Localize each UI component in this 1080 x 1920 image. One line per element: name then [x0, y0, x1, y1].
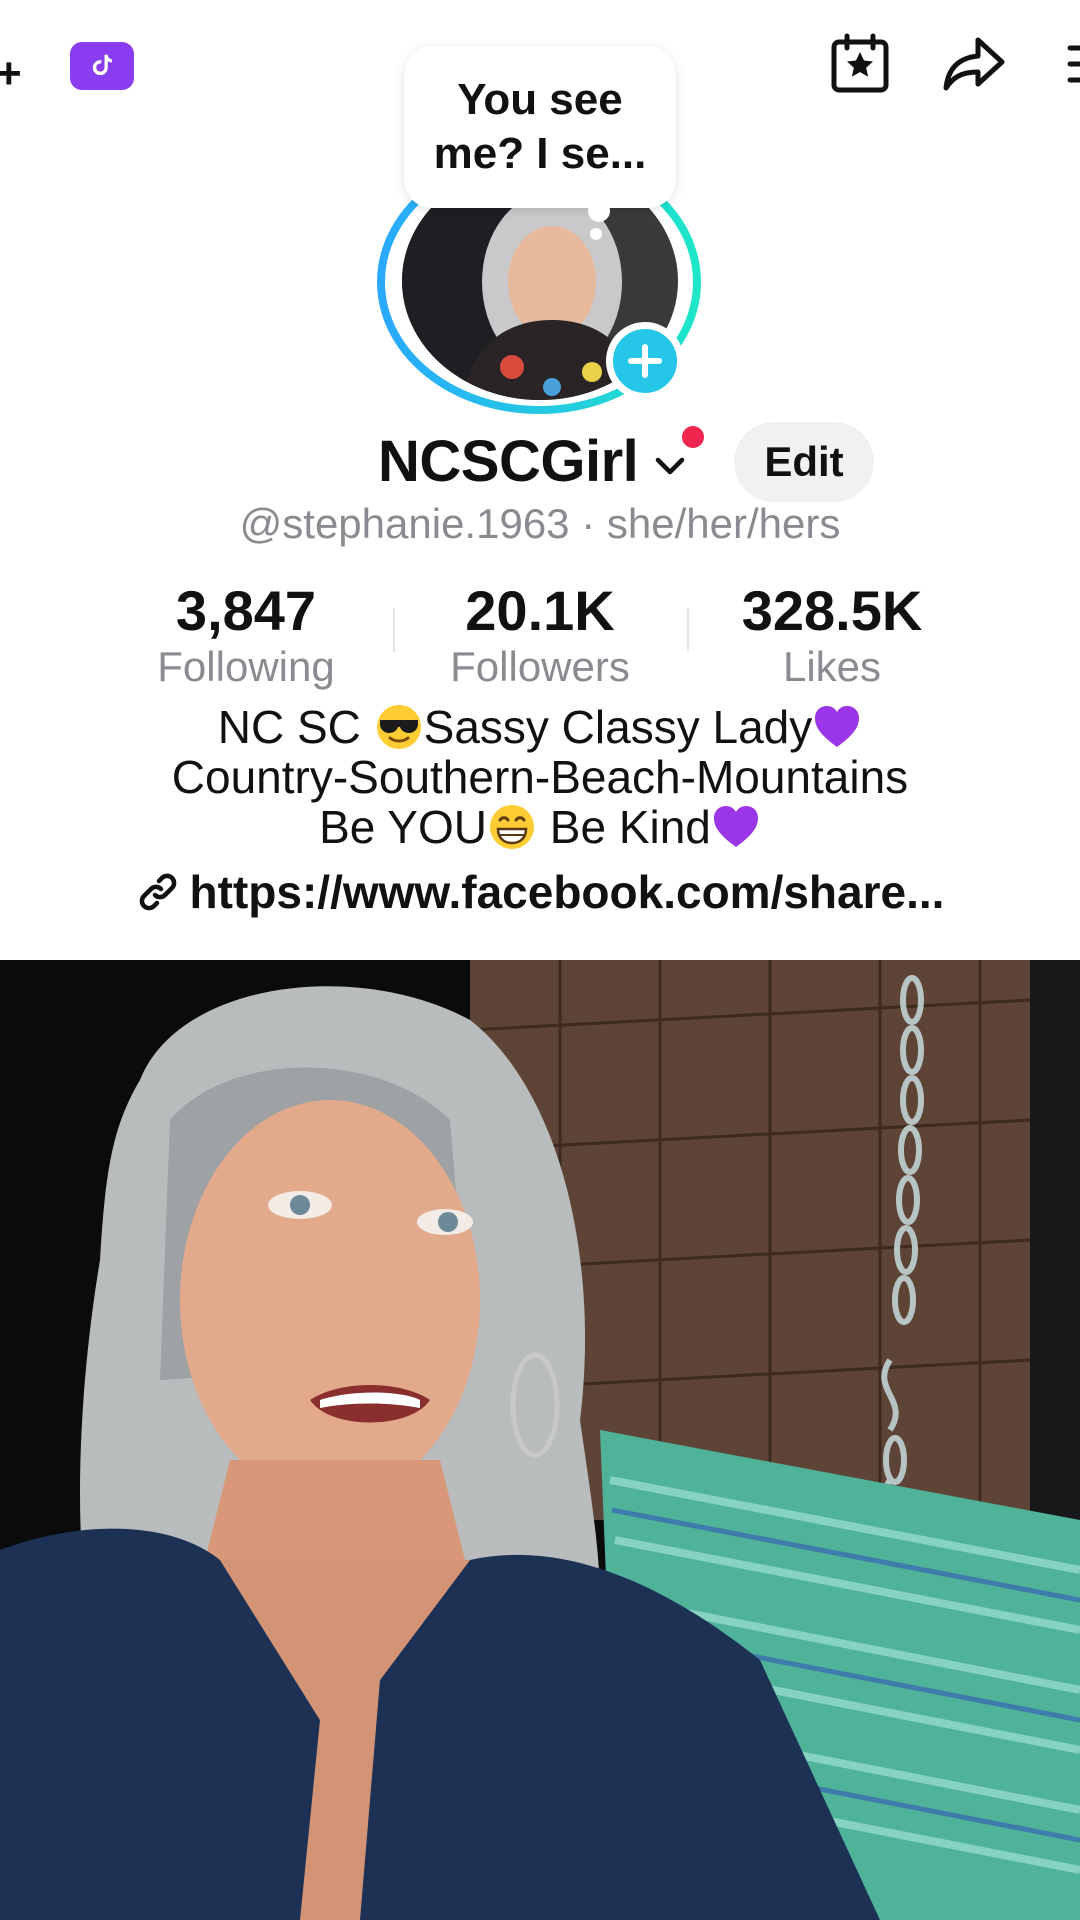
menu-icon[interactable]: [1058, 28, 1080, 100]
handle-line: @stephanie.1963 · she/her/hers: [0, 496, 1080, 552]
username-handle: @stephanie.1963: [239, 500, 570, 547]
bubble-dot: [590, 228, 602, 240]
pronouns: she/her/hers: [606, 500, 841, 547]
tiktok-note-icon[interactable]: [70, 42, 134, 90]
bio-line-1: NC SC Sassy Classy Lady: [0, 702, 1080, 752]
bubble-tail: [588, 200, 610, 222]
profile-stats: 3,847 Following 20.1K Followers 328.5K L…: [0, 578, 1080, 690]
stat-divider: [687, 608, 689, 652]
grinning-emoji-icon: [487, 802, 537, 852]
chevron-down-icon[interactable]: [650, 446, 690, 486]
likes-count: 328.5K: [741, 579, 923, 642]
followers-count: 20.1K: [465, 579, 615, 642]
plus-icon[interactable]: +: [0, 52, 22, 96]
stat-divider: [393, 608, 395, 652]
notification-dot: [682, 426, 704, 448]
bio: NC SC Sassy Classy Lady Country-Southern…: [0, 702, 1080, 852]
handle-separator: ·: [581, 500, 596, 547]
bio-text: Sassy Classy Lady: [423, 701, 813, 753]
share-arrow-icon[interactable]: [938, 28, 1010, 100]
purple-heart-emoji-icon: [812, 702, 862, 752]
link-icon: [139, 873, 176, 911]
followers-stat[interactable]: 20.1K Followers: [420, 578, 660, 690]
profile-page: + You see me? I se... NCSCGirl Edit @ste…: [0, 0, 1080, 1920]
likes-stat[interactable]: 328.5K Likes: [712, 578, 952, 690]
status-note-text: You see me? I se...: [433, 75, 647, 178]
sunglasses-emoji-icon: [374, 702, 424, 752]
display-name[interactable]: NCSCGirl: [378, 428, 639, 496]
calendar-star-icon[interactable]: [824, 28, 896, 100]
link-text: https://www.facebook.com/share...: [189, 866, 945, 918]
following-count: 3,847: [175, 579, 317, 642]
bio-text: Be Kind: [537, 801, 711, 853]
add-avatar-button[interactable]: [606, 322, 684, 400]
bio-text: Be YOU: [319, 801, 487, 853]
bio-line-3: Be YOU Be Kind: [0, 802, 1080, 852]
following-label: Following: [157, 643, 335, 690]
status-note-bubble[interactable]: You see me? I se...: [404, 46, 676, 208]
purple-heart-emoji-icon: [711, 802, 761, 852]
likes-label: Likes: [782, 643, 882, 690]
edit-profile-button[interactable]: Edit: [734, 422, 874, 502]
bio-line-2: Country-Southern-Beach-Mountains: [171, 751, 909, 803]
followers-label: Followers: [450, 643, 630, 690]
following-stat[interactable]: 3,847 Following: [126, 578, 366, 690]
bio-link[interactable]: https://www.facebook.com/share...: [0, 862, 1080, 922]
video-preview[interactable]: [0, 960, 1080, 1920]
bio-text: NC SC: [217, 701, 374, 753]
